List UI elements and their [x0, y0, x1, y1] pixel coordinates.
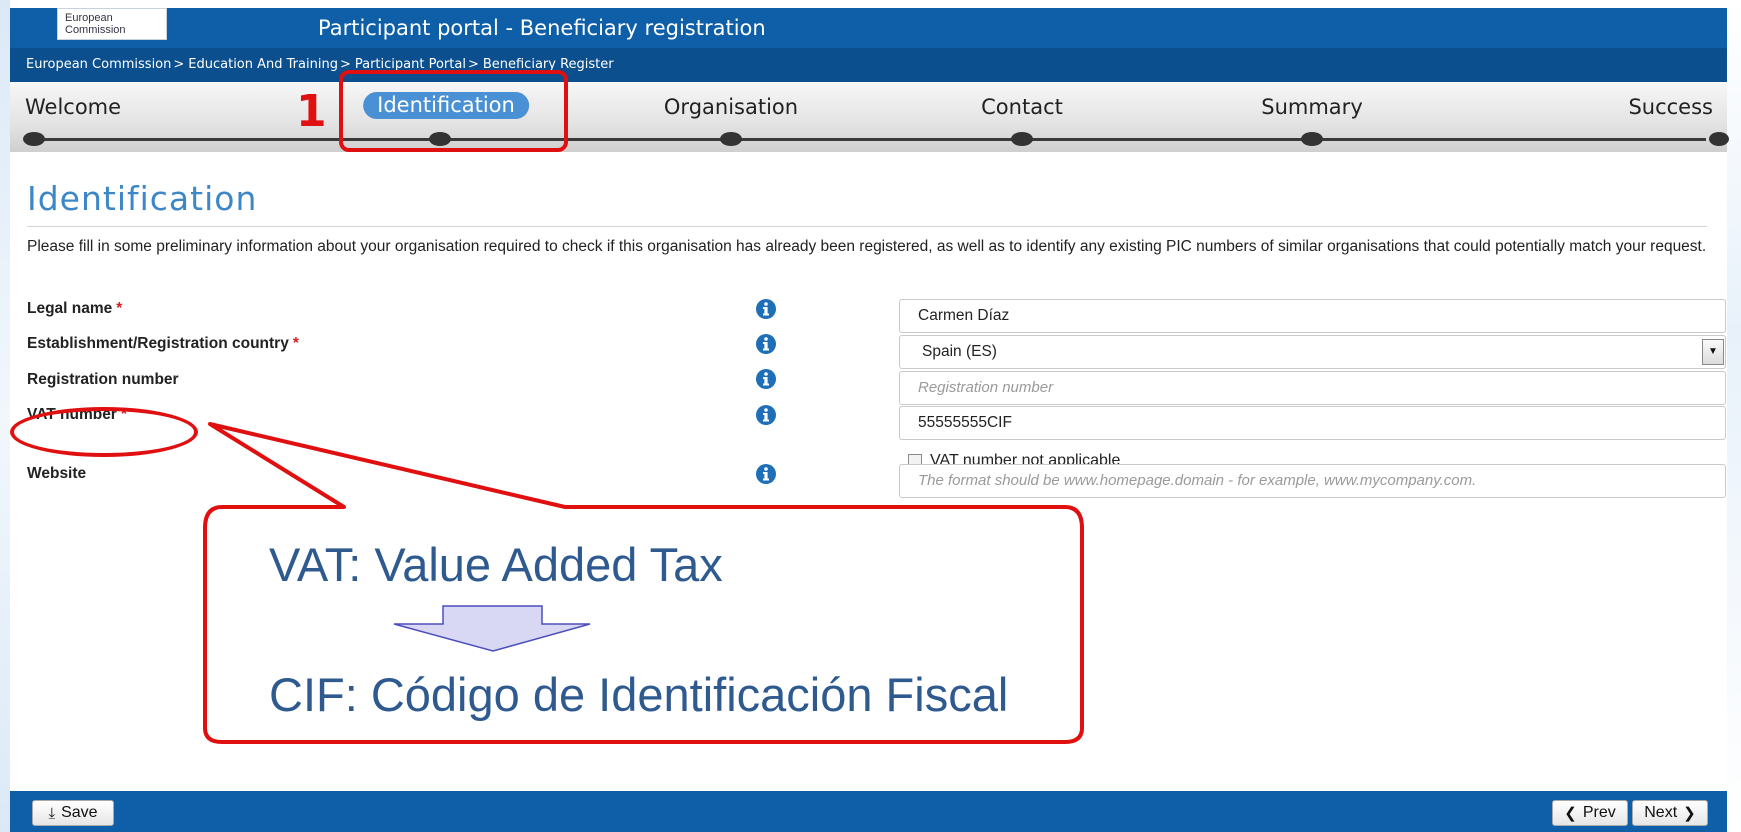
chevron-right-icon: ❯	[1683, 805, 1696, 822]
footer-bar: ⤓ Save ❮ Prev Next ❯	[10, 791, 1727, 832]
prev-button-label: Prev	[1582, 804, 1616, 821]
prev-button[interactable]: ❮ Prev	[1552, 800, 1628, 826]
save-button[interactable]: ⤓ Save	[32, 800, 114, 826]
download-icon: ⤓	[48, 804, 56, 822]
next-button-label: Next	[1644, 804, 1678, 821]
callout-line-vat: VAT: Value Added Tax	[269, 538, 723, 591]
next-button[interactable]: Next ❯	[1632, 800, 1708, 826]
save-button-label: Save	[61, 804, 98, 821]
callout-line-cif: CIF: Código de Identificación Fiscal	[269, 668, 1009, 721]
slide-background-left	[0, 0, 10, 832]
app-window: European Commission Participant portal -…	[10, 8, 1729, 832]
chevron-left-icon: ❮	[1564, 805, 1577, 822]
